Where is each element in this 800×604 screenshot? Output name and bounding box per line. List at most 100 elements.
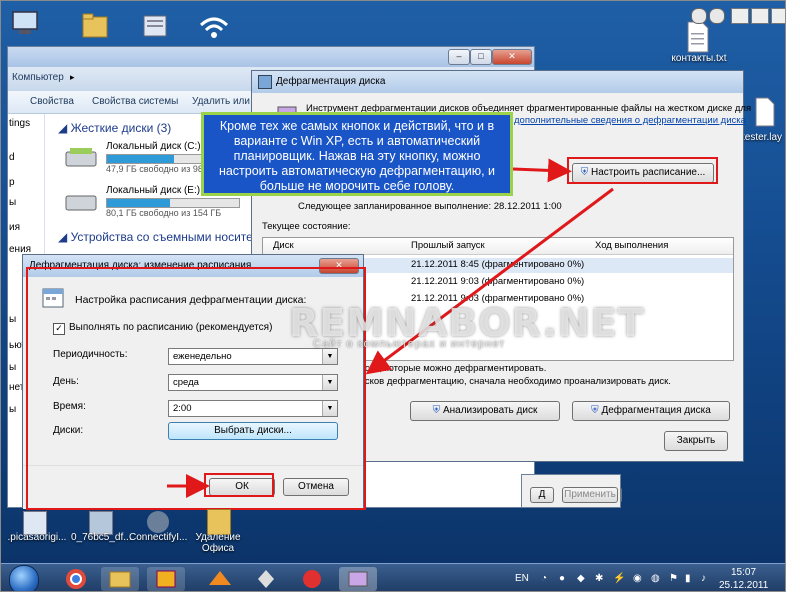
explorer-close-button[interactable]: ✕ xyxy=(492,49,532,65)
collapse-icon: ◢ xyxy=(58,121,71,135)
explorer-maximize-button[interactable]: □ xyxy=(470,49,492,65)
nav-item[interactable]: ы xyxy=(9,197,16,208)
row-last-run: 21.12.2011 8:45 (фрагментировано 0%) xyxy=(411,259,585,270)
screenshot-margin-right xyxy=(786,0,800,604)
explorer-titlebar[interactable]: – □ ✕ xyxy=(8,47,534,67)
clock-date[interactable]: 25.12.2011 xyxy=(719,580,768,591)
defrag-titlebar[interactable]: Дефрагментация диска xyxy=(252,71,743,93)
partial-button[interactable]: Д xyxy=(530,487,554,503)
computer-desktop-icon[interactable] xyxy=(9,9,43,39)
shield-icon: ⛨ xyxy=(432,405,443,416)
apply-button-2[interactable]: Применить xyxy=(562,487,618,503)
toolbar-uninstall[interactable]: Удалить или и xyxy=(192,96,258,107)
hard-drive-icon xyxy=(65,195,97,211)
tray-app-icon[interactable]: ● xyxy=(559,573,565,584)
taskbar-game-icon[interactable] xyxy=(293,567,331,591)
nav-item[interactable]: ы xyxy=(9,362,16,373)
hint-line-2: дисков дефрагментацию, сначала необходим… xyxy=(354,376,671,387)
section-hdd-header[interactable]: ◢ Жесткие диски (3) xyxy=(58,121,171,135)
analyze-disk-label: Анализировать диск xyxy=(442,405,538,416)
address-chevron-icon: ▸ xyxy=(70,72,75,82)
watermark-subtitle: Сайт о компьютерах и интернет xyxy=(313,338,506,350)
hard-drive-icon xyxy=(65,148,97,167)
defragment-button[interactable]: ⛨ Дефрагментация диска xyxy=(572,401,730,421)
address-text: Компьютер xyxy=(12,72,64,83)
connectify-icon[interactable] xyxy=(147,511,169,533)
gadget-play-icon[interactable] xyxy=(691,8,707,24)
defrag-intro-link[interactable]: дополнительные сведения о дефрагментации… xyxy=(514,115,746,126)
tray-update-icon[interactable]: ◆ xyxy=(577,573,585,584)
screenshot-margin-bottom xyxy=(0,592,800,604)
tray-wifi-icon[interactable]: ◔ xyxy=(541,573,547,584)
defragment-label: Дефрагментация диска xyxy=(601,405,711,416)
tester-file-label: tester.lay xyxy=(741,132,783,143)
section-removable-label: Устройства со съемными носителя xyxy=(70,230,266,244)
shortcut-desktop-icon[interactable] xyxy=(141,13,171,41)
drive-e-name: Локальный диск (E:) xyxy=(106,185,201,196)
section-removable-header[interactable]: ◢ Устройства со съемными носителя xyxy=(58,230,266,244)
office-uninstall-label: Удаление Офиса xyxy=(195,532,241,554)
tray-volume-icon[interactable]: ♪ xyxy=(701,573,706,584)
analyze-disk-button[interactable]: ⛨ Анализировать диск xyxy=(410,401,560,421)
toolbar-system-properties[interactable]: Свойства системы xyxy=(92,96,178,107)
drive-e-bar xyxy=(106,198,240,208)
drive-e-fill xyxy=(107,199,171,207)
tray-battery-icon[interactable]: ▮ xyxy=(685,573,691,584)
clock-time[interactable]: 15:07 xyxy=(731,567,756,578)
row-last-run: 21.12.2011 9:03 (фрагментировано 0%) xyxy=(411,276,585,287)
annotation-callout: Кроме тех же самых кнопок и действий, чт… xyxy=(201,112,513,196)
highlight-ok-button xyxy=(204,473,274,497)
taskbar-explorer-icon[interactable] xyxy=(101,567,139,591)
nav-item[interactable]: d xyxy=(9,152,15,163)
section-hdd-label: Жесткие диски (3) xyxy=(70,121,172,135)
gadget-pause-icon[interactable] xyxy=(709,8,725,24)
highlight-schedule-button xyxy=(567,157,718,184)
wifi-desktop-icon[interactable] xyxy=(197,11,231,41)
defrag-title-icon xyxy=(258,75,272,89)
tray-network-icon[interactable]: ⚡ xyxy=(613,573,625,584)
taskbar-defrag-icon[interactable] xyxy=(339,567,377,591)
defrag-title-text: Дефрагментация диска xyxy=(276,76,386,87)
language-indicator[interactable]: EN xyxy=(515,573,529,584)
close-button[interactable]: Закрыть xyxy=(664,431,728,451)
start-button[interactable] xyxy=(9,565,39,591)
drive-c-name: Локальный диск (C:) xyxy=(106,141,201,152)
background-window-edge: Д Применить xyxy=(521,474,621,508)
tray-power-icon[interactable]: ◍ xyxy=(651,573,660,584)
folder-desktop-icon[interactable] xyxy=(81,11,111,41)
taskbar-winamp-icon[interactable] xyxy=(201,567,239,591)
minimize-icon[interactable] xyxy=(731,8,749,24)
contacts-file-label: контакты.txt xyxy=(671,53,727,64)
nav-item[interactable]: р xyxy=(9,177,15,188)
col-disk[interactable]: Диск xyxy=(273,240,294,251)
screen: контакты.txt tester.lay – □ ✕ Компьютер … xyxy=(0,0,786,592)
tray-bluetooth-icon[interactable]: ✱ xyxy=(595,573,603,584)
tester-file-icon[interactable] xyxy=(753,97,777,127)
drive-c-fill xyxy=(107,155,175,163)
taskbar: EN ◔ ● ◆ ✱ ⚡ ◉ ◍ ⚑ ▮ ♪ 15:07 25.12.2011 xyxy=(1,563,785,591)
tray-flag-icon[interactable]: ⚑ xyxy=(669,573,678,584)
shield-icon: ⛨ xyxy=(591,405,602,416)
taskbar-skyrim-icon[interactable] xyxy=(247,567,285,591)
nav-item[interactable]: ия xyxy=(9,222,20,233)
tray-chrome-icon[interactable]: ◉ xyxy=(633,573,642,584)
next-run-text: Следующее запланированное выполнение: 28… xyxy=(298,201,562,212)
hint-line-1: диски, которые можно дефрагментировать. xyxy=(354,363,547,374)
contacts-file-icon[interactable] xyxy=(685,21,711,53)
nav-item[interactable]: ы xyxy=(9,404,16,415)
col-progress[interactable]: Ход выполнения xyxy=(595,240,668,251)
image-file-label: 0_76bc5_df... xyxy=(71,532,132,543)
col-last-run[interactable]: Прошлый запуск xyxy=(411,240,485,251)
taskbar-chrome-icon[interactable] xyxy=(57,567,95,591)
close-icon[interactable] xyxy=(771,8,785,24)
toolbar-properties[interactable]: Свойства xyxy=(30,96,74,107)
table-header: Диск Прошлый запуск Ход выполнения xyxy=(263,238,733,255)
taskbar-app-icon[interactable] xyxy=(147,567,185,591)
current-state-label: Текущее состояние: xyxy=(262,221,351,232)
drive-e-free: 80,1 ГБ свободно из 154 ГБ xyxy=(106,208,222,218)
explorer-minimize-button[interactable]: – xyxy=(448,49,470,65)
connectify-label: ConnectifyI... xyxy=(129,532,188,543)
nav-item[interactable]: tings xyxy=(9,118,30,129)
restore-icon[interactable] xyxy=(751,8,769,24)
nav-item[interactable]: ы xyxy=(9,314,16,325)
